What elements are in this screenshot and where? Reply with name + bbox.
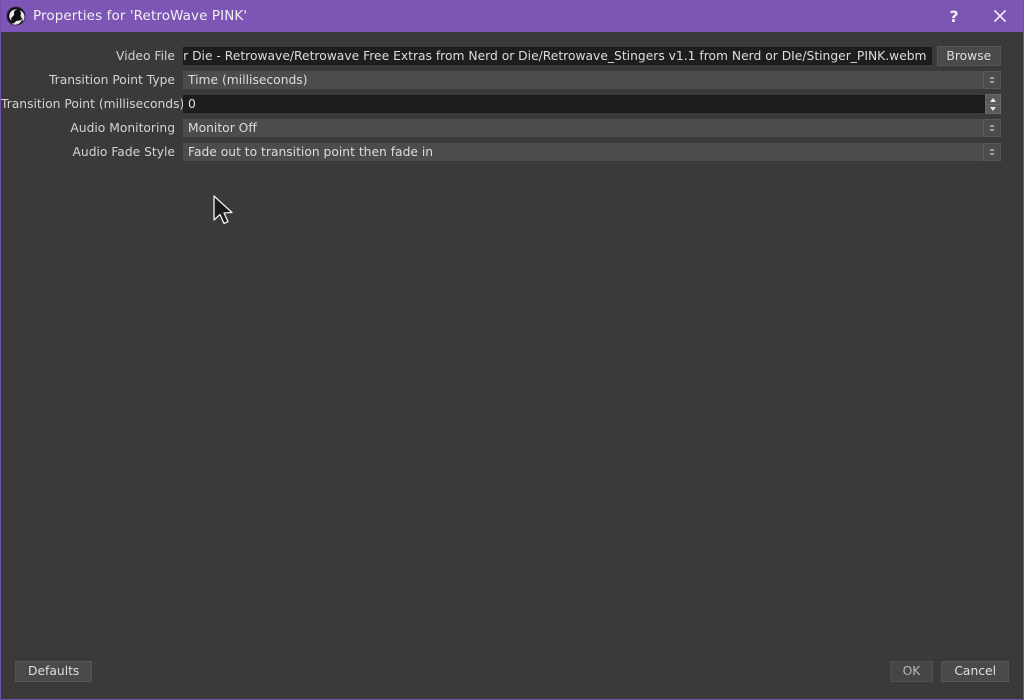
transition-point-stepper[interactable] [985, 94, 1001, 114]
label-video-file: Video File [116, 49, 175, 63]
properties-dialog: Properties for 'RetroWave PINK' ? Video … [0, 0, 1024, 700]
form-row-video-file: Video File HICS/Twitch/Nerd or Die - Ret… [1, 46, 1001, 66]
form-row-audio-monitoring: Audio Monitoring Monitor Off [1, 119, 1001, 137]
video-file-input[interactable]: HICS/Twitch/Nerd or Die - Retrowave/Retr… [183, 47, 932, 65]
chevron-down-icon[interactable] [983, 143, 1001, 161]
label-transition-point-type: Transition Point Type [48, 73, 175, 87]
window-titlebar: Properties for 'RetroWave PINK' ? [1, 0, 1023, 32]
field-audio-fade-style-wrap: Fade out to transition point then fade i… [183, 143, 1001, 161]
obs-logo-icon [6, 6, 26, 26]
label-audio-fade-style: Audio Fade Style [72, 145, 175, 159]
transition-point-type-select[interactable]: Time (milliseconds) [183, 71, 983, 89]
form-row-transition-point: Transition Point (milliseconds) 0 [1, 94, 1001, 114]
label-audio-monitoring: Audio Monitoring [70, 121, 175, 135]
browse-button[interactable]: Browse [936, 46, 1001, 66]
footer-right: OK Cancel [889, 660, 1009, 682]
stepper-down-icon[interactable] [985, 104, 1001, 114]
window-title: Properties for 'RetroWave PINK' [33, 8, 248, 24]
transition-point-input[interactable]: 0 [183, 95, 985, 113]
transition-point-value: 0 [188, 97, 196, 111]
field-video-file-wrap: HICS/Twitch/Nerd or Die - Retrowave/Retr… [183, 46, 1001, 66]
transition-point-type-value: Time (milliseconds) [188, 73, 308, 87]
footer-left: Defaults [15, 660, 93, 682]
ok-button[interactable]: OK [889, 660, 934, 682]
mouse-cursor [212, 195, 236, 229]
audio-fade-style-select[interactable]: Fade out to transition point then fade i… [183, 143, 983, 161]
audio-fade-style-value: Fade out to transition point then fade i… [188, 145, 434, 159]
field-transition-point-type-wrap: Time (milliseconds) [183, 71, 1001, 89]
video-file-input-value: HICS/Twitch/Nerd or Die - Retrowave/Retr… [183, 49, 927, 63]
close-icon[interactable] [977, 0, 1023, 32]
chevron-down-icon[interactable] [983, 119, 1001, 137]
titlebar-buttons: ? [931, 0, 1023, 32]
cancel-button[interactable]: Cancel [941, 660, 1009, 682]
properties-form: Video File HICS/Twitch/Nerd or Die - Ret… [1, 46, 1023, 161]
field-audio-monitoring-wrap: Monitor Off [183, 119, 1001, 137]
form-row-audio-fade-style: Audio Fade Style Fade out to transition … [1, 143, 1001, 161]
chevron-down-icon[interactable] [983, 71, 1001, 89]
dialog-body: Video File HICS/Twitch/Nerd or Die - Ret… [1, 32, 1023, 653]
audio-monitoring-select[interactable]: Monitor Off [183, 119, 983, 137]
field-transition-point-wrap: 0 [183, 94, 1001, 114]
dialog-footer: Defaults OK Cancel [1, 653, 1023, 699]
audio-monitoring-value: Monitor Off [188, 121, 257, 135]
stepper-up-icon[interactable] [985, 94, 1001, 104]
form-row-transition-point-type: Transition Point Type Time (milliseconds… [1, 71, 1001, 89]
label-transition-point: Transition Point (milliseconds) [1, 97, 185, 111]
help-button[interactable]: ? [931, 0, 977, 32]
defaults-button[interactable]: Defaults [15, 660, 93, 682]
